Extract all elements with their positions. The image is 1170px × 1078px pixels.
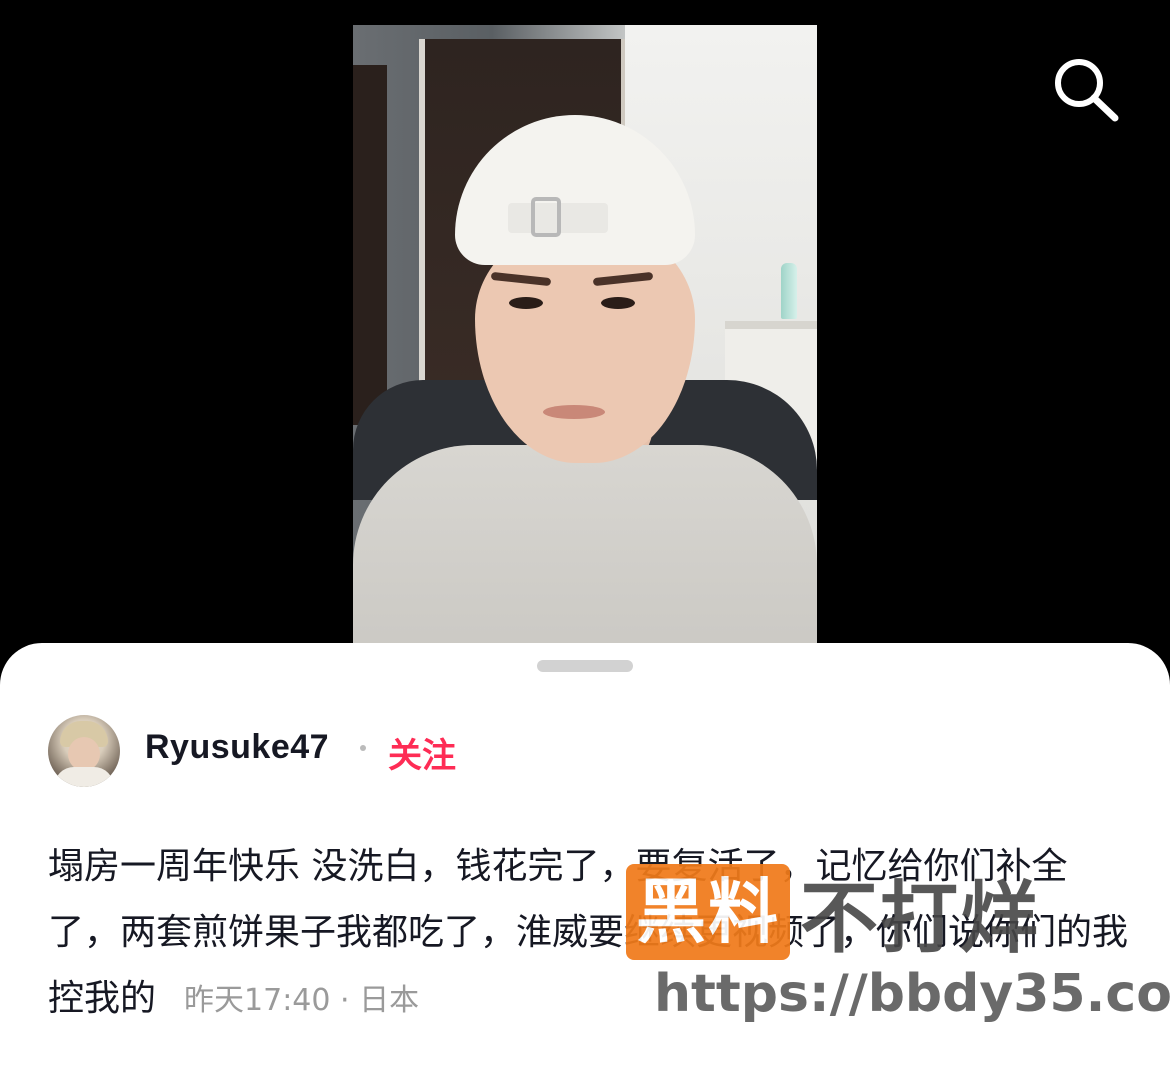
separator-dot <box>360 745 366 751</box>
cap-buckle <box>531 197 561 237</box>
left-eye <box>509 297 543 309</box>
mouth <box>543 405 605 419</box>
video-player[interactable] <box>353 25 817 665</box>
avatar[interactable] <box>48 715 120 787</box>
background-bottle <box>781 263 797 319</box>
drag-handle[interactable] <box>537 660 633 672</box>
username[interactable]: Ryusuke47 <box>145 728 329 767</box>
avatar-face <box>68 737 100 771</box>
post-description: 塌房一周年快乐 没洗白，钱花完了，要复活了，记忆给你们补全了，两套煎饼果子我都吃… <box>48 834 1128 1034</box>
post-time-location: 昨天17:40 · 日本 <box>184 983 420 1018</box>
background-door-left <box>353 65 387 425</box>
right-eye <box>601 297 635 309</box>
avatar-body <box>54 767 114 787</box>
person-shirt <box>353 445 817 665</box>
follow-button[interactable]: 关注 <box>388 728 456 777</box>
search-icon[interactable] <box>1052 56 1120 122</box>
